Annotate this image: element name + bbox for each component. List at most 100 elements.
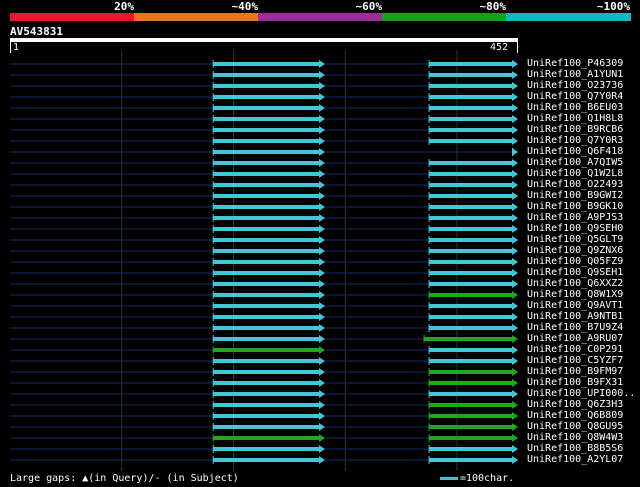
- alignment-segment[interactable]: [213, 117, 320, 121]
- hit-label[interactable]: UniRef100_B6EU03: [527, 102, 623, 113]
- hit-label[interactable]: UniRef100_Q05FZ9: [527, 256, 623, 267]
- hit-label[interactable]: UniRef100_Q6XXZ2: [527, 278, 623, 289]
- hit-label[interactable]: UniRef100_A2YL07: [527, 454, 623, 465]
- alignment-segment[interactable]: [213, 436, 320, 440]
- alignment-segment[interactable]: [429, 271, 513, 275]
- hit-label[interactable]: UniRef100_C0P291: [527, 344, 623, 355]
- alignment-segment[interactable]: [429, 227, 513, 231]
- alignment-segment[interactable]: [213, 425, 320, 429]
- hit-label[interactable]: UniRef100_Q6B809: [527, 410, 623, 421]
- alignment-segment[interactable]: [429, 249, 513, 253]
- hit-label[interactable]: UniRef100_Q6Z3H3: [527, 399, 623, 410]
- alignment-segment[interactable]: [429, 73, 513, 77]
- hit-label[interactable]: UniRef100_P46309: [527, 58, 623, 69]
- alignment-segment[interactable]: [429, 139, 513, 143]
- hit-label[interactable]: UniRef100_B9RCB6: [527, 124, 623, 135]
- alignment-segment[interactable]: [429, 315, 513, 319]
- alignment-segment[interactable]: [429, 392, 513, 396]
- hit-label[interactable]: UniRef100_B9GK10: [527, 201, 623, 212]
- alignment-segment[interactable]: [429, 238, 513, 242]
- hit-label[interactable]: UniRef100_B8B5S6: [527, 443, 623, 454]
- alignment-segment[interactable]: [429, 425, 513, 429]
- hit-label[interactable]: UniRef100_UPI000..: [527, 388, 635, 399]
- alignment-segment[interactable]: [429, 161, 513, 165]
- alignment-segment[interactable]: [429, 172, 513, 176]
- alignment-segment[interactable]: [213, 161, 320, 165]
- alignment-segment[interactable]: [429, 183, 513, 187]
- alignment-segment[interactable]: [429, 260, 513, 264]
- alignment-segment[interactable]: [429, 282, 513, 286]
- alignment-segment[interactable]: [213, 293, 320, 297]
- alignment-segment[interactable]: [429, 381, 513, 385]
- alignment-segment[interactable]: [429, 414, 513, 418]
- hit-label[interactable]: UniRef100_Q6F418: [527, 146, 623, 157]
- hit-label[interactable]: UniRef100_O22493: [527, 179, 623, 190]
- alignment-segment[interactable]: [213, 337, 320, 341]
- hit-label[interactable]: UniRef100_Q9AVT1: [527, 300, 623, 311]
- alignment-segment[interactable]: [213, 348, 320, 352]
- hit-label[interactable]: UniRef100_Q1W2L8: [527, 168, 623, 179]
- hit-label[interactable]: UniRef100_Q8W1X9: [527, 289, 623, 300]
- alignment-segment[interactable]: [213, 249, 320, 253]
- alignment-segment[interactable]: [213, 227, 320, 231]
- alignment-segment[interactable]: [213, 172, 320, 176]
- alignment-segment[interactable]: [213, 381, 320, 385]
- hit-label[interactable]: UniRef100_A9NTB1: [527, 311, 623, 322]
- alignment-segment[interactable]: [429, 304, 513, 308]
- alignment-segment[interactable]: [429, 359, 513, 363]
- hit-label[interactable]: UniRef100_A9RU07: [527, 333, 623, 344]
- hit-label[interactable]: UniRef100_Q7Y0R3: [527, 135, 623, 146]
- alignment-segment[interactable]: [213, 84, 320, 88]
- alignment-segment[interactable]: [429, 293, 513, 297]
- alignment-segment[interactable]: [429, 458, 513, 462]
- alignment-segment[interactable]: [429, 117, 513, 121]
- alignment-segment[interactable]: [429, 84, 513, 88]
- alignment-segment[interactable]: [213, 315, 320, 319]
- hit-label[interactable]: UniRef100_Q9SEH1: [527, 267, 623, 278]
- alignment-segment[interactable]: [429, 403, 513, 407]
- hit-label[interactable]: UniRef100_C5YZF7: [527, 355, 623, 366]
- hit-label[interactable]: UniRef100_B9GWI2: [527, 190, 623, 201]
- alignment-segment[interactable]: [213, 282, 320, 286]
- alignment-segment[interactable]: [213, 106, 320, 110]
- alignment-segment[interactable]: [213, 73, 320, 77]
- alignment-segment[interactable]: [429, 370, 513, 374]
- hit-label[interactable]: UniRef100_Q7Y0R4: [527, 91, 623, 102]
- alignment-segment[interactable]: [429, 62, 513, 66]
- alignment-segment[interactable]: [213, 458, 320, 462]
- alignment-segment[interactable]: [213, 414, 320, 418]
- alignment-segment[interactable]: [213, 238, 320, 242]
- hit-label[interactable]: UniRef100_Q9ZNX6: [527, 245, 623, 256]
- alignment-segment[interactable]: [429, 326, 513, 330]
- alignment-segment[interactable]: [213, 403, 320, 407]
- hit-label[interactable]: UniRef100_B9FX31: [527, 377, 623, 388]
- alignment-segment[interactable]: [213, 194, 320, 198]
- alignment-segment[interactable]: [213, 260, 320, 264]
- alignment-segment[interactable]: [429, 436, 513, 440]
- alignment-segment[interactable]: [213, 205, 320, 209]
- hit-label[interactable]: UniRef100_A1YUN1: [527, 69, 623, 80]
- alignment-segment[interactable]: [429, 95, 513, 99]
- alignment-segment[interactable]: [213, 359, 320, 363]
- alignment-segment[interactable]: [213, 139, 320, 143]
- alignment-segment[interactable]: [213, 304, 320, 308]
- hit-label[interactable]: UniRef100_A7QIW5: [527, 157, 623, 168]
- hit-label[interactable]: UniRef100_B7U9Z4: [527, 322, 623, 333]
- alignment-segment[interactable]: [213, 95, 320, 99]
- hit-label[interactable]: UniRef100_Q8GU95: [527, 421, 623, 432]
- alignment-segment[interactable]: [213, 447, 320, 451]
- hit-label[interactable]: UniRef100_Q1H8L8: [527, 113, 623, 124]
- alignment-segment[interactable]: [213, 150, 320, 154]
- hit-label[interactable]: UniRef100_O23736: [527, 80, 623, 91]
- alignment-segment[interactable]: [429, 447, 513, 451]
- alignment-segment[interactable]: [213, 128, 320, 132]
- alignment-segment[interactable]: [429, 205, 513, 209]
- alignment-segment[interactable]: [213, 370, 320, 374]
- hit-label[interactable]: UniRef100_Q8W4W3: [527, 432, 623, 443]
- hit-label[interactable]: UniRef100_Q9SEH0: [527, 223, 623, 234]
- alignment-segment[interactable]: [429, 216, 513, 220]
- alignment-segment[interactable]: [213, 216, 320, 220]
- alignment-segment[interactable]: [213, 326, 320, 330]
- hit-label[interactable]: UniRef100_A9PJS3: [527, 212, 623, 223]
- alignment-segment[interactable]: [213, 271, 320, 275]
